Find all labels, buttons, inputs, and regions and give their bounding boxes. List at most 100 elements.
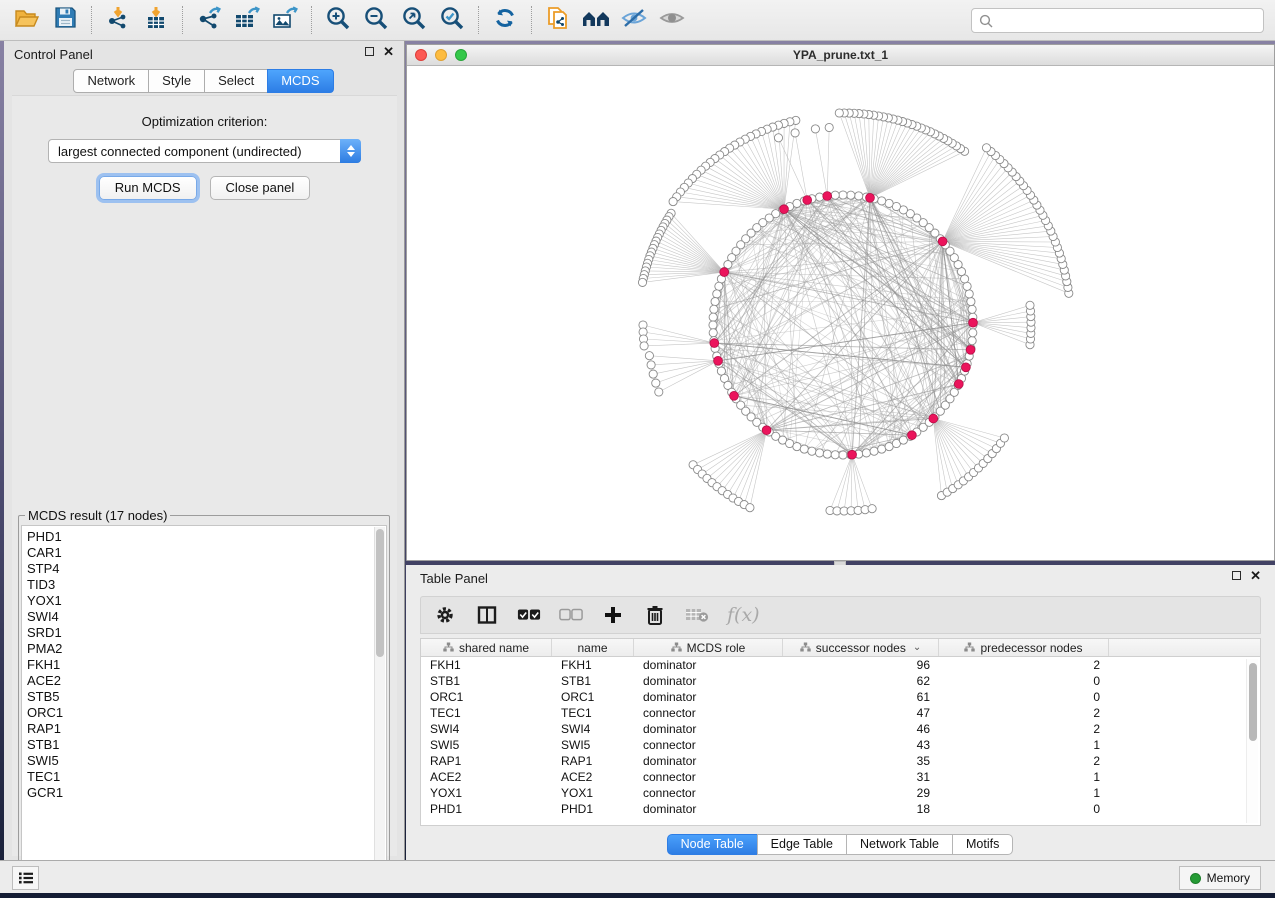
table-row[interactable]: ORC1ORC1dominator610: [421, 689, 1260, 705]
table-row[interactable]: PHD1PHD1dominator180: [421, 801, 1260, 817]
network-node[interactable]: [835, 109, 843, 117]
network-node[interactable]: [982, 144, 990, 152]
result-node[interactable]: RAP1: [27, 721, 386, 737]
import-network-button[interactable]: [101, 4, 135, 36]
close-panel-icon[interactable]: ✕: [383, 47, 394, 56]
network-node[interactable]: [791, 129, 799, 137]
network-node[interactable]: [645, 352, 653, 360]
network-node[interactable]: [868, 505, 876, 513]
result-node[interactable]: ACE2: [27, 673, 386, 689]
network-node[interactable]: [825, 123, 833, 131]
network-node[interactable]: [638, 278, 646, 286]
network-node[interactable]: [800, 445, 808, 453]
network-node[interactable]: [839, 451, 847, 459]
first-neighbors-button[interactable]: [579, 4, 613, 36]
mcds-hub-node[interactable]: [929, 414, 938, 423]
select-all-icon[interactable]: [517, 603, 541, 627]
network-node[interactable]: [839, 191, 847, 199]
network-graph[interactable]: [407, 66, 1274, 560]
show-all-button[interactable]: [655, 4, 689, 36]
network-node[interactable]: [823, 450, 831, 458]
network-node[interactable]: [862, 449, 870, 457]
network-node[interactable]: [878, 197, 886, 205]
mcds-hub-node[interactable]: [714, 356, 723, 365]
mcds-hub-node[interactable]: [780, 205, 789, 214]
network-node[interactable]: [968, 337, 976, 345]
network-node[interactable]: [710, 305, 718, 313]
result-node[interactable]: PMA2: [27, 641, 386, 657]
result-node[interactable]: ORC1: [27, 705, 386, 721]
result-node[interactable]: STP4: [27, 561, 386, 577]
refresh-button[interactable]: [488, 4, 522, 36]
close-panel-button[interactable]: Close panel: [210, 176, 311, 200]
network-node[interactable]: [847, 191, 855, 199]
search-input[interactable]: [998, 10, 1263, 31]
mcds-hub-node[interactable]: [962, 363, 971, 372]
network-node[interactable]: [709, 321, 717, 329]
mcds-hub-node[interactable]: [866, 193, 875, 202]
add-column-icon[interactable]: [601, 603, 625, 627]
task-history-button[interactable]: [12, 866, 39, 890]
network-node[interactable]: [811, 125, 819, 133]
window-close-icon[interactable]: [415, 49, 427, 61]
table-row[interactable]: ACE2ACE2connector311: [421, 769, 1260, 785]
network-node[interactable]: [669, 198, 677, 206]
network-node[interactable]: [816, 449, 824, 457]
result-node[interactable]: FKH1: [27, 657, 386, 673]
result-list-scrollbar[interactable]: [374, 527, 385, 880]
mcds-hub-node[interactable]: [938, 237, 947, 246]
tab-motifs[interactable]: Motifs: [952, 834, 1013, 855]
network-node[interactable]: [808, 447, 816, 455]
network-node[interactable]: [1000, 434, 1008, 442]
column-header-name[interactable]: name: [552, 639, 634, 656]
column-header-mcds-role[interactable]: MCDS role: [634, 639, 783, 656]
window-minimize-icon[interactable]: [435, 49, 447, 61]
mcds-hub-node[interactable]: [803, 196, 812, 205]
tab-network-table[interactable]: Network Table: [846, 834, 953, 855]
mcds-hub-node[interactable]: [762, 426, 771, 435]
window-maximize-icon[interactable]: [455, 49, 467, 61]
table-row[interactable]: YOX1YOX1connector291: [421, 785, 1260, 801]
close-panel-icon[interactable]: ✕: [1250, 571, 1261, 580]
network-node[interactable]: [965, 290, 973, 298]
mcds-hub-node[interactable]: [730, 391, 739, 400]
table-row[interactable]: RAP1RAP1dominator352: [421, 753, 1260, 769]
result-node[interactable]: TID3: [27, 577, 386, 593]
deselect-all-icon[interactable]: [559, 603, 583, 627]
export-table-button[interactable]: [230, 4, 264, 36]
zoom-in-button[interactable]: [321, 4, 355, 36]
network-node[interactable]: [649, 370, 657, 378]
result-node[interactable]: YOX1: [27, 593, 386, 609]
table-scrollbar[interactable]: [1246, 659, 1258, 823]
export-network-button[interactable]: [192, 4, 226, 36]
network-node[interactable]: [709, 329, 717, 337]
network-node[interactable]: [969, 329, 977, 337]
mcds-hub-node[interactable]: [710, 339, 719, 348]
run-mcds-button[interactable]: Run MCDS: [99, 176, 197, 200]
tab-network[interactable]: Network: [73, 69, 149, 93]
network-node[interactable]: [831, 191, 839, 199]
hide-selected-button[interactable]: [617, 4, 651, 36]
float-panel-icon[interactable]: [1232, 571, 1241, 580]
network-node[interactable]: [831, 451, 839, 459]
mcds-hub-node[interactable]: [848, 450, 857, 459]
network-node[interactable]: [774, 134, 782, 142]
mcds-hub-node[interactable]: [954, 380, 963, 389]
tab-edge-table[interactable]: Edge Table: [757, 834, 847, 855]
network-node[interactable]: [816, 193, 824, 201]
tab-node-table[interactable]: Node Table: [667, 834, 758, 855]
network-node[interactable]: [715, 282, 723, 290]
network-node[interactable]: [713, 290, 721, 298]
float-panel-icon[interactable]: [365, 47, 374, 56]
tab-select[interactable]: Select: [204, 69, 268, 93]
open-session-button[interactable]: [10, 4, 44, 36]
network-node[interactable]: [711, 298, 719, 306]
mcds-hub-node[interactable]: [969, 318, 978, 327]
memory-button[interactable]: Memory: [1179, 866, 1261, 890]
network-node[interactable]: [709, 313, 717, 321]
mcds-hub-node[interactable]: [908, 431, 917, 440]
table-row[interactable]: SWI5SWI5connector431: [421, 737, 1260, 753]
network-node[interactable]: [870, 447, 878, 455]
network-node[interactable]: [1026, 301, 1034, 309]
tab-mcds[interactable]: MCDS: [267, 69, 333, 93]
